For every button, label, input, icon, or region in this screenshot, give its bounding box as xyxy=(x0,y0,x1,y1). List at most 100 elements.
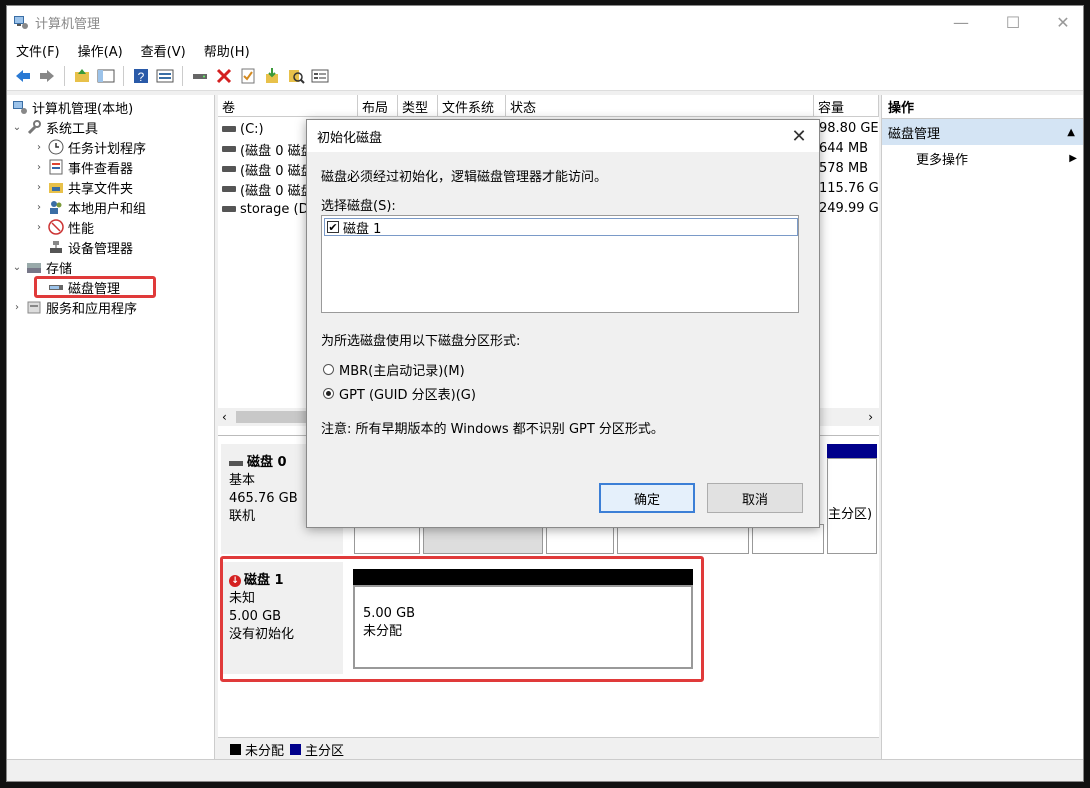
tree-item-performance[interactable]: › 性能 xyxy=(33,217,94,237)
mbr-radio[interactable]: MBR(主启动记录)(M) xyxy=(323,360,465,379)
import-button[interactable] xyxy=(262,66,282,86)
menu-file[interactable]: 文件(F) xyxy=(7,41,69,60)
minimize-button[interactable]: — xyxy=(935,6,987,38)
actions-section-disk-management[interactable]: 磁盘管理 ▲ xyxy=(882,119,1083,145)
submenu-arrow-icon: ▶ xyxy=(1069,152,1077,164)
disk0-partition[interactable] xyxy=(423,524,543,554)
ok-button[interactable]: 确定 xyxy=(599,483,695,513)
chevron-right-icon[interactable]: › xyxy=(33,182,45,193)
back-button[interactable] xyxy=(13,66,33,86)
table-row[interactable]: (磁盘 0 磁盘 xyxy=(222,139,314,159)
up-button[interactable] xyxy=(72,66,92,86)
chevron-right-icon[interactable]: › xyxy=(33,202,45,213)
table-row[interactable]: (磁盘 0 磁盘 xyxy=(222,179,314,199)
tools-icon xyxy=(27,120,41,135)
forward-button[interactable] xyxy=(37,66,57,86)
scrollbar-thumb[interactable] xyxy=(236,411,316,423)
menu-action[interactable]: 操作(A) xyxy=(69,41,132,60)
capacity-cell: 98.80 GE xyxy=(819,121,879,136)
table-row[interactable]: storage (D xyxy=(222,199,309,219)
delete-button[interactable] xyxy=(214,66,234,86)
gpt-note: 注意: 所有早期版本的 Windows 都不识别 GPT 分区形式。 xyxy=(321,422,664,437)
dialog-title: 初始化磁盘 xyxy=(317,130,383,146)
disk0-partition[interactable] xyxy=(617,524,749,554)
users-icon xyxy=(50,201,62,214)
column-status[interactable]: 状态 xyxy=(506,95,814,117)
close-button[interactable]: ✕ xyxy=(1037,6,1089,38)
details-icon xyxy=(311,69,329,83)
partition-style-label: 为所选磁盘使用以下磁盘分区形式: xyxy=(321,334,521,349)
column-layout[interactable]: 布局 xyxy=(358,95,398,117)
column-type[interactable]: 类型 xyxy=(398,95,438,117)
window-title: 计算机管理 xyxy=(35,16,101,32)
tree-item-root[interactable]: 计算机管理(本地) xyxy=(9,97,133,117)
dialog-title-bar: 初始化磁盘 ✕ xyxy=(307,120,819,152)
gpt-radio[interactable]: GPT (GUID 分区表)(G) xyxy=(323,384,476,403)
column-volume[interactable]: 卷 xyxy=(218,95,358,117)
collapse-up-icon[interactable]: ▲ xyxy=(1067,127,1075,138)
title-bar: 计算机管理 — ☐ ✕ xyxy=(7,6,1083,38)
search-button[interactable] xyxy=(286,66,306,86)
tree-item-event-viewer[interactable]: › 事件查看器 xyxy=(33,157,133,177)
radio-off[interactable] xyxy=(323,364,334,375)
scroll-left-icon[interactable]: ‹ xyxy=(222,410,227,424)
primary-swatch xyxy=(290,744,302,755)
disk-management-highlight xyxy=(34,276,156,298)
disk-icon xyxy=(222,146,236,152)
connect-button[interactable] xyxy=(190,66,210,86)
capacity-cell: 249.99 G xyxy=(819,201,879,216)
tree-item-device-manager[interactable]: 设备管理器 xyxy=(45,237,133,257)
dialog-close-button[interactable]: ✕ xyxy=(787,124,811,148)
chevron-right-icon[interactable]: › xyxy=(33,162,45,173)
help-button[interactable]: ? xyxy=(131,66,151,86)
chevron-right-icon[interactable]: › xyxy=(11,302,23,313)
initialize-disk-dialog: 初始化磁盘 ✕ 磁盘必须经过初始化，逻辑磁盘管理器才能访问。 选择磁盘(S): … xyxy=(306,119,820,528)
more-actions-item[interactable]: 更多操作 ▶ xyxy=(882,145,1083,171)
maximize-button[interactable]: ☐ xyxy=(987,6,1039,38)
chevron-right-icon[interactable]: › xyxy=(33,222,45,233)
computer-management-icon xyxy=(14,16,28,29)
toolbar-separator xyxy=(182,66,183,86)
tree-item-storage[interactable]: ⌄ 存储 xyxy=(11,257,72,277)
actions-header: 操作 xyxy=(882,95,1083,119)
chevron-down-icon[interactable]: ⌄ xyxy=(11,262,23,273)
column-capacity[interactable]: 容量 xyxy=(814,95,879,117)
arrow-right-icon xyxy=(40,70,54,82)
column-filesystem[interactable]: 文件系统 xyxy=(438,95,506,117)
show-hide-tree-button[interactable] xyxy=(96,66,116,86)
radio-on[interactable] xyxy=(323,388,334,399)
delete-x-icon xyxy=(216,68,232,84)
toolbar-separator xyxy=(123,66,124,86)
tree-item-system-tools[interactable]: ⌄ 系统工具 xyxy=(11,117,98,137)
menu-view[interactable]: 查看(V) xyxy=(132,41,195,60)
capacity-cell: 115.76 G xyxy=(819,181,879,196)
computer-management-icon xyxy=(13,101,27,114)
tree-item-task-scheduler[interactable]: › 任务计划程序 xyxy=(33,137,146,157)
tree-item-services-apps[interactable]: › 服务和应用程序 xyxy=(11,297,137,317)
tree-item-local-users[interactable]: › 本地用户和组 xyxy=(33,197,146,217)
storage-icon xyxy=(27,263,41,273)
properties-view-button[interactable] xyxy=(155,66,175,86)
disk-listbox[interactable]: ✔ 磁盘 1 xyxy=(321,215,799,313)
clock-icon xyxy=(48,139,64,155)
disk0-partition[interactable] xyxy=(752,524,824,554)
scroll-right-icon[interactable]: › xyxy=(868,410,873,424)
menu-help[interactable]: 帮助(H) xyxy=(195,41,259,60)
disk0-partition[interactable]: 主分区) xyxy=(827,458,877,554)
cancel-button[interactable]: 取消 xyxy=(707,483,803,513)
table-row[interactable]: (C:) xyxy=(222,119,264,139)
table-row[interactable]: (磁盘 0 磁盘 xyxy=(222,159,314,179)
disk1-checkbox[interactable]: ✔ xyxy=(327,221,339,233)
toolbar-separator xyxy=(64,66,65,86)
chevron-down-icon[interactable]: ⌄ xyxy=(11,122,23,133)
check-button[interactable] xyxy=(238,66,258,86)
disk0-partition[interactable] xyxy=(354,524,420,554)
list-item[interactable]: ✔ 磁盘 1 xyxy=(324,218,798,237)
device-manager-icon xyxy=(50,241,62,253)
dialog-message: 磁盘必须经过初始化，逻辑磁盘管理器才能访问。 xyxy=(321,170,608,185)
disk0-partition[interactable] xyxy=(546,524,614,554)
tree-item-shared-folders[interactable]: › 共享文件夹 xyxy=(33,177,133,197)
unallocated-swatch xyxy=(230,744,241,755)
details-button[interactable] xyxy=(310,66,330,86)
chevron-right-icon[interactable]: › xyxy=(33,142,45,153)
